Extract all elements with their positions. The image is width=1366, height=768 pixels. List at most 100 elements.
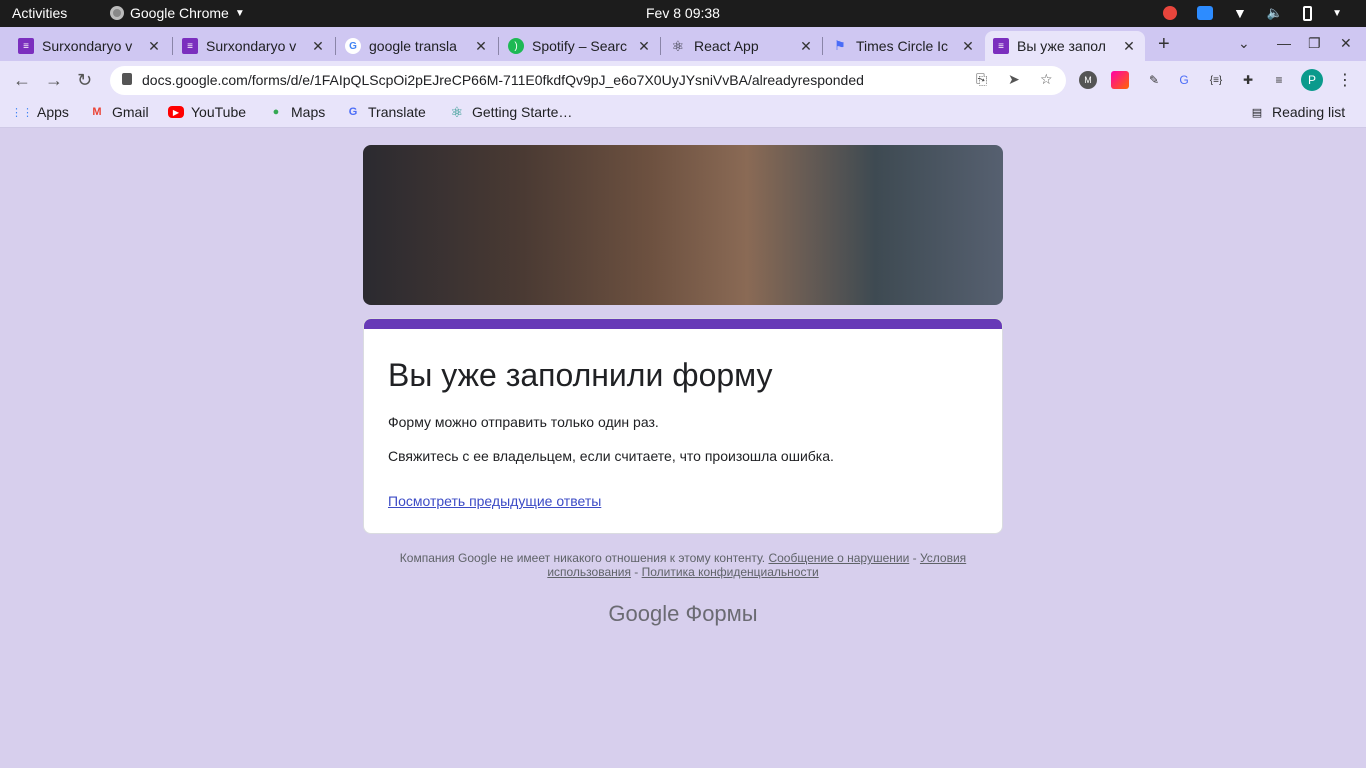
footer-separator: - xyxy=(909,551,920,565)
tab-title: Surxondaryo v xyxy=(42,38,133,54)
url-text[interactable]: docs.google.com/forms/d/e/1FAIpQLScpOi2p… xyxy=(142,72,864,88)
google-forms-icon: ≡ xyxy=(18,38,34,54)
close-window-icon[interactable]: ✕ xyxy=(1340,35,1352,52)
reading-list-label: Reading list xyxy=(1272,104,1346,120)
form-message-once: Форму можно отправить только один раз. xyxy=(388,414,659,430)
maps-pin-icon: ● xyxy=(272,106,280,118)
tab-separator xyxy=(335,37,336,55)
bookmark-gmail[interactable]: M Gmail xyxy=(89,104,149,120)
bookmark-maps[interactable]: ● Maps xyxy=(268,104,326,120)
extensions-puzzle-icon[interactable]: ✚ xyxy=(1239,71,1257,89)
tab-surxondaryo-2[interactable]: ≡ Surxondaryo v ✕ xyxy=(174,31,334,61)
close-tab-icon[interactable]: ✕ xyxy=(798,38,814,55)
activities-button[interactable]: Activities xyxy=(12,5,67,21)
close-tab-icon[interactable]: ✕ xyxy=(1121,38,1137,55)
address-bar[interactable]: docs.google.com/forms/d/e/1FAIpQLScpOi2p… xyxy=(110,66,1066,95)
tab-title: Surxondaryo v xyxy=(206,38,297,54)
chrome-icon xyxy=(110,6,124,20)
extension-gradient-icon[interactable] xyxy=(1111,71,1129,89)
bookmark-apps[interactable]: ⋮⋮ Apps xyxy=(11,104,69,120)
chrome-menu-kebab-icon[interactable]: ⋮ xyxy=(1336,71,1354,89)
report-abuse-link[interactable]: Сообщение о нарушении xyxy=(768,551,909,565)
send-to-device-icon[interactable]: ➤ xyxy=(1008,71,1020,88)
maximize-window-icon[interactable]: ❐ xyxy=(1308,35,1321,52)
media-control-icon[interactable]: ≡ xyxy=(1270,71,1288,89)
reading-list-button[interactable]: ▤ Reading list xyxy=(1249,104,1345,120)
bookmark-getting-started[interactable]: ⚛ Getting Starte… xyxy=(449,104,573,121)
profile-avatar[interactable]: P xyxy=(1301,69,1323,91)
tab-separator xyxy=(660,37,661,55)
close-tab-icon[interactable]: ✕ xyxy=(146,38,162,55)
bookmark-label: YouTube xyxy=(191,104,247,120)
bookmark-label: Apps xyxy=(37,104,69,120)
bookmark-label: Getting Starte… xyxy=(472,104,573,120)
power-menu-icon[interactable]: ▼ xyxy=(1332,8,1342,19)
tab-title: google transla xyxy=(369,38,457,54)
form-header-image xyxy=(363,145,1003,305)
reload-icon[interactable]: ↻ xyxy=(77,70,92,91)
forward-arrow-icon[interactable]: → xyxy=(45,70,63,91)
battery-icon[interactable] xyxy=(1303,5,1313,21)
json-viewer-extension-icon[interactable]: {≡} xyxy=(1207,71,1225,89)
tab-title: Times Circle Ic xyxy=(856,38,949,54)
wifi-icon[interactable]: ▼ xyxy=(1233,5,1247,21)
tab-separator xyxy=(822,37,823,55)
bookmark-label: Translate xyxy=(368,104,426,120)
eyedropper-extension-icon[interactable]: ✎ xyxy=(1145,71,1163,89)
tab-surxondaryo-1[interactable]: ≡ Surxondaryo v ✕ xyxy=(10,31,170,61)
close-tab-icon[interactable]: ✕ xyxy=(473,38,489,55)
new-tab-plus-icon[interactable]: + xyxy=(1158,33,1170,56)
google-forms-icon: ≡ xyxy=(182,38,198,54)
gmail-icon: M xyxy=(92,106,102,118)
apps-grid-icon: ⋮⋮ xyxy=(11,106,33,119)
tab-spotify[interactable]: ) Spotify – Searc ✕ xyxy=(500,31,660,61)
volume-icon[interactable]: 🔈 xyxy=(1267,5,1283,21)
form-message-contact: Свяжитесь с ее владельцем, если считаете… xyxy=(388,448,834,464)
notification-app-icon[interactable] xyxy=(1163,6,1178,20)
flag-icon: ⚑ xyxy=(834,38,846,53)
translate-icon: G xyxy=(348,106,358,118)
tab-separator xyxy=(498,37,499,55)
lock-icon[interactable] xyxy=(122,73,132,85)
view-previous-responses-link[interactable]: Посмотреть предыдущие ответы xyxy=(388,493,601,509)
spotify-icon: ) xyxy=(508,38,524,54)
bookmark-translate[interactable]: G Translate xyxy=(345,104,426,120)
reading-list-icon: ▤ xyxy=(1251,106,1263,119)
tab-google-translate[interactable]: G google transla ✕ xyxy=(337,31,497,61)
app-menu-label: Google Chrome xyxy=(130,5,229,21)
bookmark-label: Gmail xyxy=(112,104,149,120)
footer-disclaimer: Компания Google не имеет никакого отноше… xyxy=(399,551,766,565)
tab-active-form[interactable]: ≡ Вы уже запол ✕ xyxy=(985,31,1145,61)
close-tab-icon[interactable]: ✕ xyxy=(960,38,976,55)
tab-separator xyxy=(172,37,173,55)
form-title: Вы уже заполнили форму xyxy=(388,357,773,393)
extension-m-icon[interactable]: M xyxy=(1079,71,1097,89)
zoom-icon[interactable] xyxy=(1197,6,1214,20)
clock[interactable]: Fev 8 09:38 xyxy=(646,5,720,21)
google-g-icon: G xyxy=(345,38,361,54)
bookmark-star-icon[interactable]: ☆ xyxy=(1040,71,1053,88)
close-tab-icon[interactable]: ✕ xyxy=(636,38,652,55)
tab-title: Spotify – Searc xyxy=(532,38,627,54)
tab-times-circle[interactable]: ⚑ Times Circle Ic ✕ xyxy=(824,31,984,61)
google-wordmark: Google xyxy=(608,601,680,626)
google-forms-logo[interactable]: Google Формы xyxy=(363,601,1003,627)
app-menu[interactable]: Google Chrome ▼ xyxy=(110,5,245,21)
back-arrow-icon[interactable]: ← xyxy=(13,70,31,91)
tab-title: Вы уже запол xyxy=(1017,38,1106,54)
translate-page-icon[interactable]: ⎘ xyxy=(976,71,987,88)
browser-toolbar: ← → ↻ docs.google.com/forms/d/e/1FAIpQLS… xyxy=(0,61,1366,99)
bookmark-youtube[interactable]: ▶ YouTube xyxy=(168,104,246,120)
minimize-window-icon[interactable]: — xyxy=(1277,35,1291,51)
bookmarks-bar: ⋮⋮ Apps M Gmail ▶ YouTube ● Maps G Trans… xyxy=(0,99,1366,128)
privacy-link[interactable]: Политика конфиденциальности xyxy=(642,565,819,579)
form-confirmation-card: Вы уже заполнили форму Форму можно отпра… xyxy=(363,318,1003,534)
react-icon: ⚛ xyxy=(671,37,685,54)
close-tab-icon[interactable]: ✕ xyxy=(310,38,326,55)
system-tray[interactable]: ▼ 🔈 ▼ xyxy=(1163,5,1342,21)
tab-react-app[interactable]: ⚛ React App ✕ xyxy=(662,31,822,61)
forms-wordmark: Формы xyxy=(685,601,758,626)
tab-search-chevron-icon[interactable]: ⌄ xyxy=(1238,35,1250,52)
footer-separator: - xyxy=(630,565,642,579)
translate-extension-icon[interactable]: G xyxy=(1175,71,1193,89)
